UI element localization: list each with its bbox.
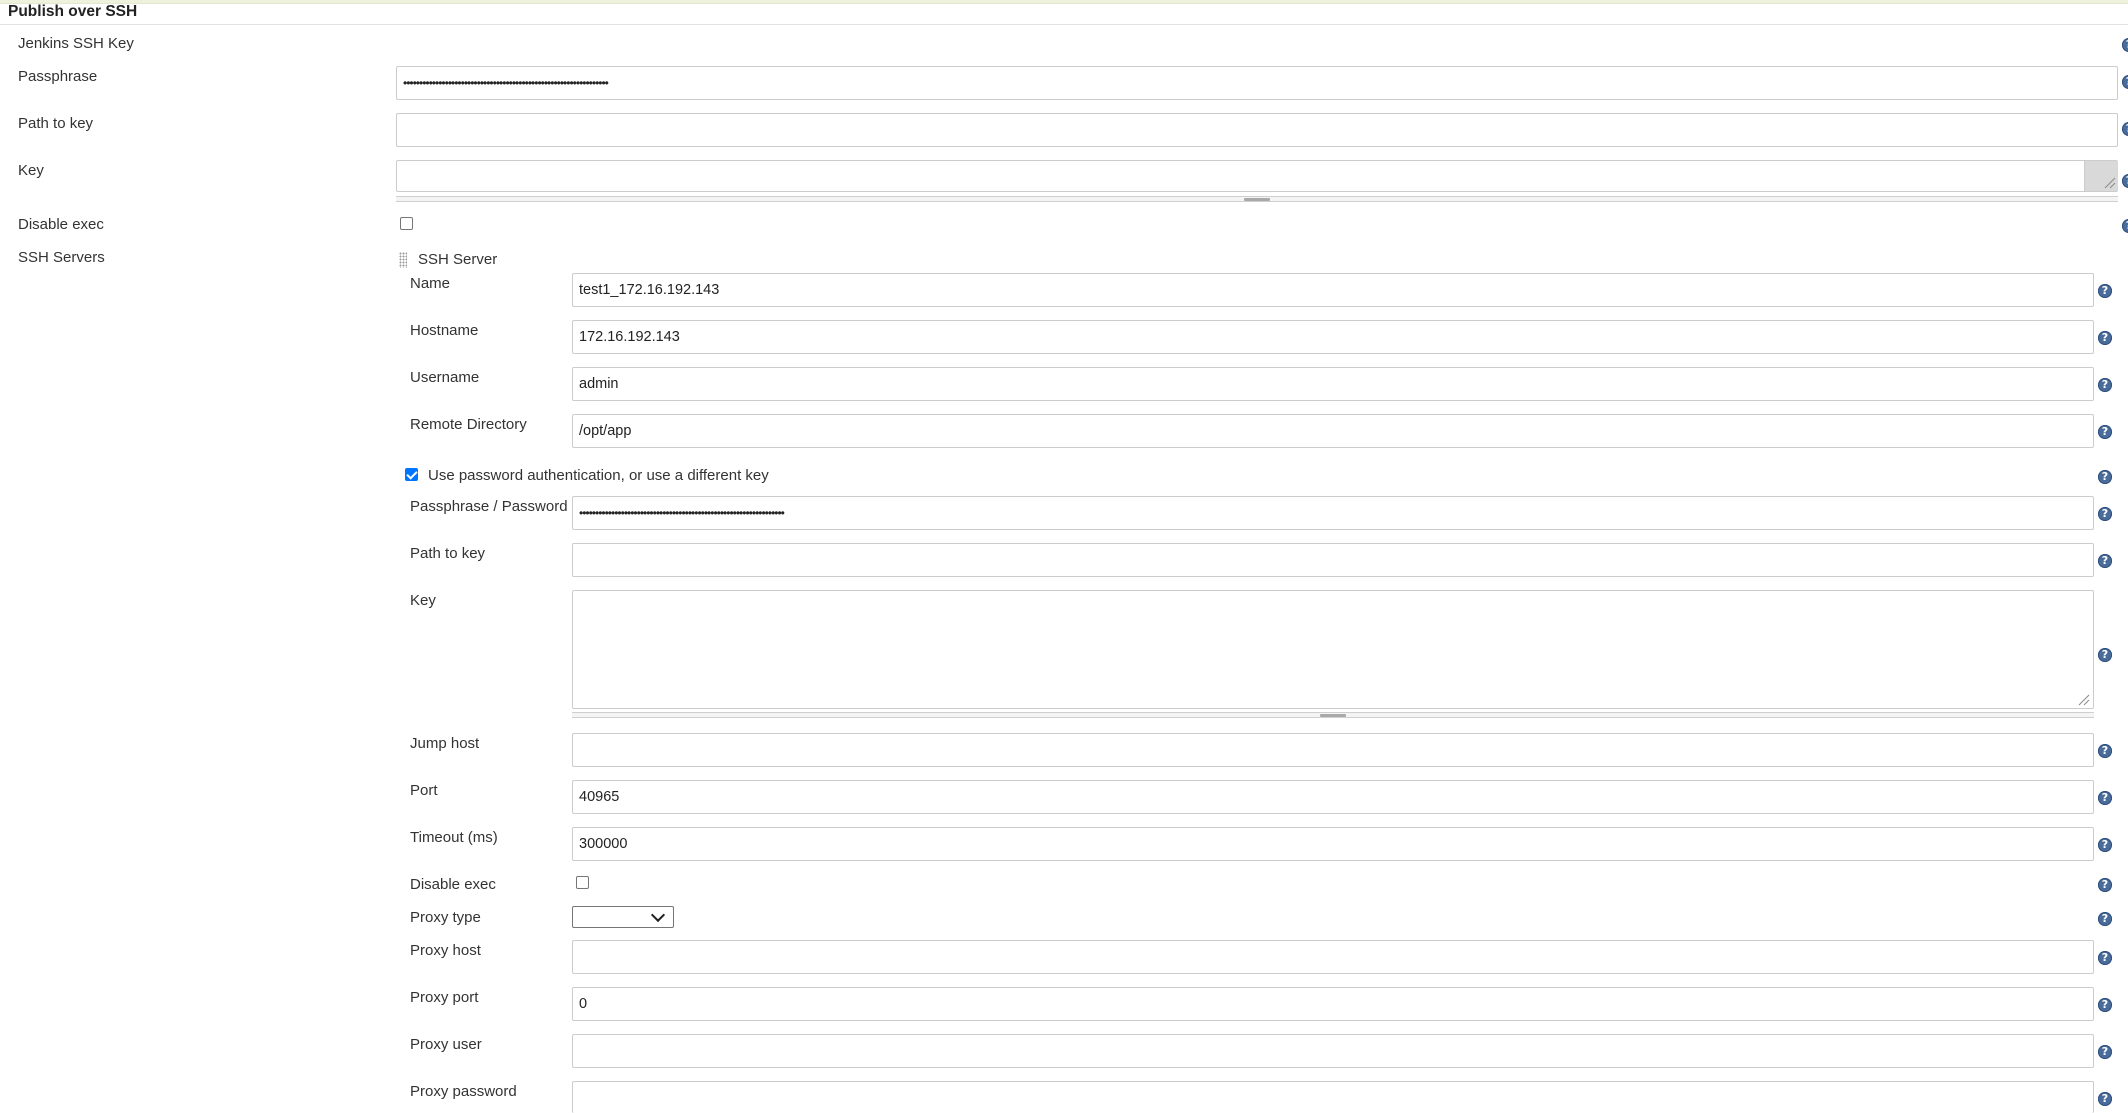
proxy-host-field[interactable] bbox=[572, 940, 2094, 974]
proxy-type-label: Proxy type bbox=[410, 909, 481, 926]
remote-directory-field[interactable] bbox=[572, 414, 2094, 448]
resize-grip-icon[interactable] bbox=[2076, 692, 2090, 706]
help-icon[interactable]: ? bbox=[2122, 219, 2128, 233]
timeout-label: Timeout (ms) bbox=[410, 829, 498, 846]
chevron-down-icon bbox=[650, 907, 666, 923]
help-icon[interactable]: ? bbox=[2122, 122, 2128, 136]
use-password-label: Use password authentication, or use a di… bbox=[428, 467, 769, 484]
help-icon[interactable]: ? bbox=[2122, 38, 2128, 52]
port-label: Port bbox=[410, 782, 438, 799]
use-password-checkbox[interactable] bbox=[405, 468, 418, 481]
publish-over-ssh-config: Publish over SSH Jenkins SSH Key ? Passp… bbox=[0, 0, 2128, 1113]
textarea-scroll-cap bbox=[2084, 161, 2118, 191]
key-resize-bar[interactable] bbox=[396, 196, 2118, 202]
help-icon[interactable]: ? bbox=[2122, 75, 2128, 89]
help-icon[interactable]: ? bbox=[2098, 878, 2112, 892]
remote-directory-label: Remote Directory bbox=[410, 416, 527, 433]
help-icon[interactable]: ? bbox=[2098, 1092, 2112, 1106]
server-key-label: Key bbox=[410, 592, 436, 609]
help-icon[interactable]: ? bbox=[2098, 998, 2112, 1012]
help-icon[interactable]: ? bbox=[2098, 1045, 2112, 1059]
proxy-port-label: Proxy port bbox=[410, 989, 479, 1006]
key-label: Key bbox=[18, 162, 44, 179]
ssh-server-header: SSH Server bbox=[418, 251, 498, 268]
path-to-key-label: Path to key bbox=[18, 115, 94, 132]
server-passphrase-label: Passphrase / Password bbox=[410, 498, 568, 515]
server-name-field[interactable] bbox=[572, 273, 2094, 307]
server-path-to-key-label: Path to key bbox=[410, 545, 486, 562]
server-disable-exec-checkbox[interactable] bbox=[576, 876, 589, 889]
help-icon[interactable]: ? bbox=[2098, 648, 2112, 662]
proxy-type-select[interactable] bbox=[572, 906, 674, 928]
proxy-password-label: Proxy password bbox=[410, 1083, 517, 1100]
proxy-host-label: Proxy host bbox=[410, 942, 481, 959]
server-name-label: Name bbox=[410, 275, 451, 292]
hostname-label: Hostname bbox=[410, 322, 479, 339]
help-icon[interactable]: ? bbox=[2098, 507, 2112, 521]
help-icon[interactable]: ? bbox=[2098, 951, 2112, 965]
server-path-to-key-field[interactable] bbox=[572, 543, 2094, 577]
help-icon[interactable]: ? bbox=[2098, 791, 2112, 805]
server-key-textarea[interactable] bbox=[572, 590, 2094, 709]
jump-host-field[interactable] bbox=[572, 733, 2094, 767]
help-icon[interactable]: ? bbox=[2098, 744, 2112, 758]
proxy-user-field[interactable] bbox=[572, 1034, 2094, 1068]
top-border bbox=[0, 0, 2128, 4]
server-passphrase-field[interactable] bbox=[572, 496, 2094, 530]
path-to-key-field[interactable] bbox=[396, 113, 2118, 147]
username-label: Username bbox=[410, 369, 480, 386]
section-divider bbox=[0, 24, 2128, 25]
ssh-servers-label: SSH Servers bbox=[18, 249, 105, 266]
help-icon[interactable]: ? bbox=[2098, 378, 2112, 392]
help-icon[interactable]: ? bbox=[2098, 331, 2112, 345]
drag-handle-icon[interactable] bbox=[399, 252, 407, 268]
help-icon[interactable]: ? bbox=[2098, 912, 2112, 926]
server-disable-exec-label: Disable exec bbox=[410, 876, 496, 893]
proxy-password-field[interactable] bbox=[572, 1081, 2094, 1113]
disable-exec-checkbox[interactable] bbox=[400, 217, 413, 230]
resize-grip-icon bbox=[1244, 198, 1270, 201]
username-field[interactable] bbox=[572, 367, 2094, 401]
proxy-port-field[interactable] bbox=[572, 987, 2094, 1021]
resize-grip-icon[interactable] bbox=[2102, 175, 2116, 189]
help-icon[interactable]: ? bbox=[2098, 284, 2112, 298]
resize-grip-icon bbox=[1320, 714, 1346, 717]
section-title: Publish over SSH bbox=[8, 3, 138, 20]
server-key-resize-bar[interactable] bbox=[572, 712, 2094, 718]
port-field[interactable] bbox=[572, 780, 2094, 814]
help-icon[interactable]: ? bbox=[2098, 838, 2112, 852]
help-icon[interactable]: ? bbox=[2122, 174, 2128, 188]
passphrase-label: Passphrase bbox=[18, 68, 98, 85]
disable-exec-label: Disable exec bbox=[18, 216, 104, 233]
passphrase-field[interactable] bbox=[396, 66, 2118, 100]
help-icon[interactable]: ? bbox=[2098, 425, 2112, 439]
hostname-field[interactable] bbox=[572, 320, 2094, 354]
key-textarea[interactable] bbox=[396, 160, 2118, 192]
help-icon[interactable]: ? bbox=[2098, 470, 2112, 484]
help-icon[interactable]: ? bbox=[2098, 554, 2112, 568]
proxy-user-label: Proxy user bbox=[410, 1036, 482, 1053]
jump-host-label: Jump host bbox=[410, 735, 480, 752]
jenkins-ssh-key-label: Jenkins SSH Key bbox=[18, 35, 134, 52]
timeout-field[interactable] bbox=[572, 827, 2094, 861]
